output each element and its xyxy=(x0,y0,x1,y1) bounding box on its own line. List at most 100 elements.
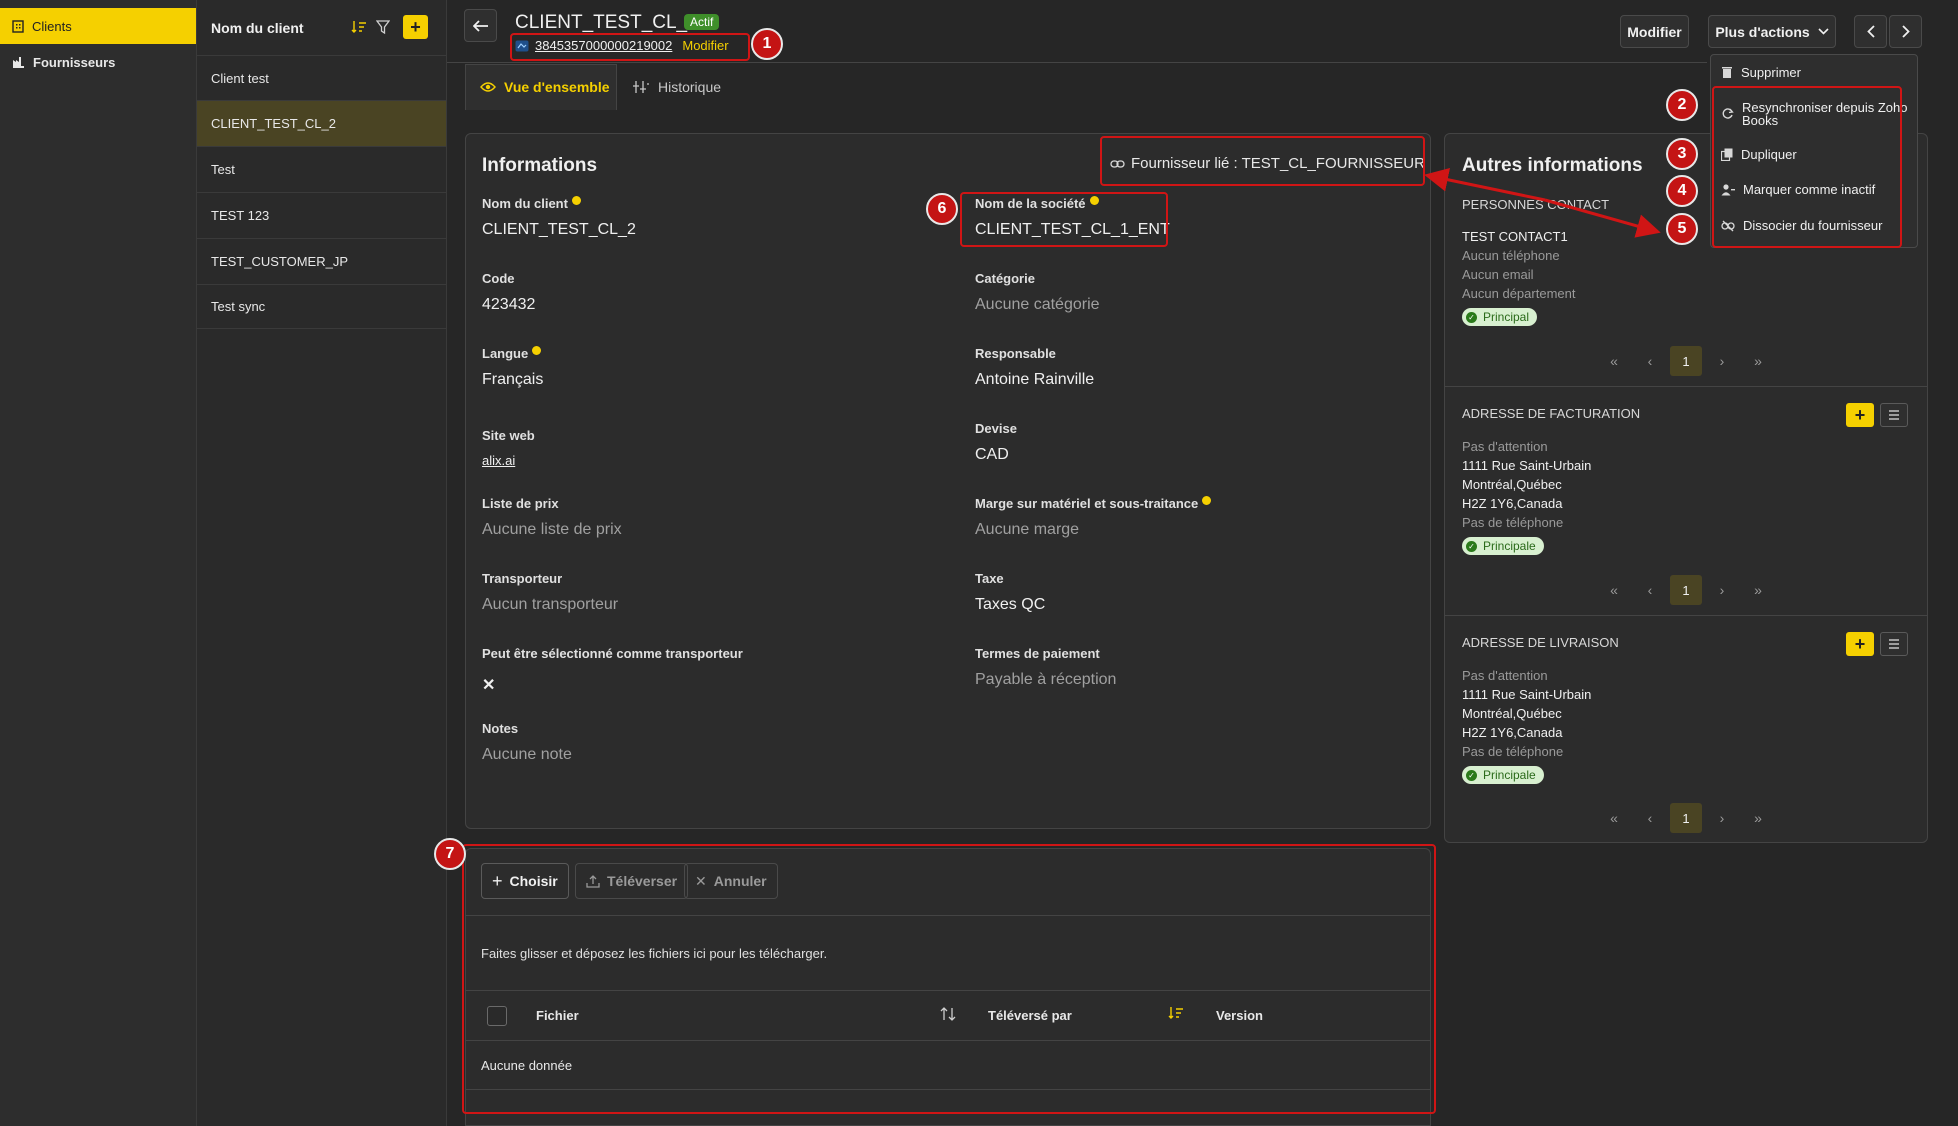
field-value: Payable à réception xyxy=(975,671,1117,688)
next-page-button[interactable]: › xyxy=(1704,810,1740,826)
add-client-button[interactable]: + xyxy=(403,15,428,39)
tab-label: Historique xyxy=(658,79,722,95)
billing-menu-button[interactable] xyxy=(1880,403,1908,427)
field-label: Marge sur matériel et sous-traitance xyxy=(975,496,1212,511)
billing-line2: Montréal,Québec xyxy=(1462,477,1562,492)
shipping-phone: Pas de téléphone xyxy=(1462,744,1564,759)
nav-item-label: Fournisseurs xyxy=(33,54,116,70)
field-value: Aucune note xyxy=(482,746,572,763)
informations-title: Informations xyxy=(482,155,598,176)
annotation-arrows xyxy=(1424,167,1661,238)
annotation-marker-7: 7 xyxy=(434,838,466,870)
field-value: Aucune marge xyxy=(975,521,1080,538)
list-item[interactable]: TEST_CUSTOMER_JP xyxy=(197,238,446,283)
billing-line1: 1111 Rue Saint-Urbain xyxy=(1462,458,1592,473)
list-item[interactable]: Client test xyxy=(197,55,446,100)
nav-item-clients[interactable]: Clients xyxy=(0,8,196,44)
list-item[interactable]: Test xyxy=(197,146,446,191)
shipping-line1: 1111 Rue Saint-Urbain xyxy=(1462,687,1592,702)
menu-icon xyxy=(1888,410,1900,420)
help-icon xyxy=(1202,496,1212,505)
list-item[interactable]: Test sync xyxy=(197,284,446,329)
nav-item-fournisseurs[interactable]: Fournisseurs xyxy=(0,44,196,80)
list-item[interactable]: CLIENT_TEST_CL_2 xyxy=(197,100,446,146)
prev-page-button[interactable]: ‹ xyxy=(1632,353,1668,369)
billing-line3: H2Z 1Y6,Canada xyxy=(1462,496,1563,511)
prev-page-button[interactable]: ‹ xyxy=(1632,582,1668,598)
shipping-menu-button[interactable] xyxy=(1880,632,1908,656)
list-item-label: TEST_CUSTOMER_JP xyxy=(211,253,349,269)
next-page-button[interactable]: › xyxy=(1704,582,1740,598)
annotation-box-linked-supplier xyxy=(1100,136,1425,186)
building-icon xyxy=(12,19,24,33)
tab-history[interactable]: Historique xyxy=(632,79,721,95)
principal-badge: ✓ Principal xyxy=(1462,308,1538,326)
trash-icon xyxy=(1721,66,1733,79)
prev-page-button[interactable]: ‹ xyxy=(1632,810,1668,826)
billing-section-title: ADRESSE DE FACTURATION xyxy=(1462,406,1641,421)
shipping-line3: H2Z 1Y6,Canada xyxy=(1462,725,1563,740)
section-divider xyxy=(1445,615,1927,616)
field-value: Aucune catégorie xyxy=(975,296,1100,313)
field-value: CAD xyxy=(975,446,1009,463)
principal-badge: ✓ Principale xyxy=(1462,766,1544,784)
field-value: Taxes QC xyxy=(975,596,1046,613)
field-label: Code xyxy=(482,271,515,286)
contact-phone: Aucun téléphone xyxy=(1462,248,1560,263)
field-value: Antoine Rainville xyxy=(975,371,1095,388)
list-item-label: Test xyxy=(211,161,235,177)
filter-icon[interactable] xyxy=(373,16,393,38)
client-list-panel: Nom du client + Client test CLIENT_TEST_… xyxy=(197,0,447,1126)
back-button[interactable] xyxy=(464,9,497,42)
field-label: Notes xyxy=(482,721,519,736)
first-page-button[interactable]: « xyxy=(1596,582,1632,598)
eye-icon xyxy=(480,81,496,93)
add-billing-address-button[interactable]: + xyxy=(1846,403,1874,427)
field-label: Devise xyxy=(975,421,1017,436)
check-icon: ✓ xyxy=(1466,769,1477,781)
last-page-button[interactable]: » xyxy=(1740,353,1776,369)
annotation-marker-1: 1 xyxy=(751,28,783,60)
chevron-left-icon xyxy=(1866,25,1875,38)
next-page-button[interactable]: › xyxy=(1704,353,1740,369)
principal-badge: ✓ Principale xyxy=(1462,537,1544,555)
current-page[interactable]: 1 xyxy=(1670,803,1702,833)
more-actions-button[interactable]: Plus d'actions xyxy=(1708,15,1836,48)
website-link[interactable]: alix.ai xyxy=(482,453,515,468)
list-item[interactable]: TEST 123 xyxy=(197,192,446,237)
annotation-marker-3: 3 xyxy=(1666,138,1698,170)
billing-pager: « ‹ 1 › » xyxy=(1596,575,1776,605)
tab-overview[interactable]: Vue d'ensemble xyxy=(480,79,610,95)
billing-attention: Pas d'attention xyxy=(1462,439,1548,454)
last-page-button[interactable]: » xyxy=(1740,582,1776,598)
annotation-marker-2: 2 xyxy=(1666,89,1698,121)
add-shipping-address-button[interactable]: + xyxy=(1846,632,1874,656)
menu-icon xyxy=(1888,639,1900,649)
current-page[interactable]: 1 xyxy=(1670,575,1702,605)
field-value: Aucun transporteur xyxy=(482,596,619,613)
annotation-marker-5: 5 xyxy=(1666,213,1698,245)
menu-item-delete[interactable]: Supprimer xyxy=(1721,65,1801,80)
current-page[interactable]: 1 xyxy=(1670,346,1702,376)
field-label: Site web xyxy=(482,428,535,443)
field-label: Liste de prix xyxy=(482,496,559,511)
more-actions-label: Plus d'actions xyxy=(1715,23,1810,40)
main-nav: Clients Fournisseurs xyxy=(0,0,197,1126)
check-icon: ✓ xyxy=(1466,540,1477,552)
edit-button[interactable]: Modifier xyxy=(1620,15,1689,48)
arrow-left-icon xyxy=(472,19,489,32)
tab-bar-divider xyxy=(447,62,1707,63)
last-page-button[interactable]: » xyxy=(1740,810,1776,826)
field-value: 423432 xyxy=(482,296,536,313)
field-label: Taxe xyxy=(975,571,1004,586)
next-record-button[interactable] xyxy=(1889,15,1922,48)
help-icon xyxy=(571,196,581,205)
previous-record-button[interactable] xyxy=(1854,15,1887,48)
field-value: CLIENT_TEST_CL_2 xyxy=(482,221,636,238)
sort-icon[interactable] xyxy=(349,16,369,38)
first-page-button[interactable]: « xyxy=(1596,810,1632,826)
annotation-box-menu-items xyxy=(1712,86,1902,248)
first-page-button[interactable]: « xyxy=(1596,353,1632,369)
tab-label: Vue d'ensemble xyxy=(504,79,610,95)
field-label: Peut être sélectionné comme transporteur xyxy=(482,646,743,661)
